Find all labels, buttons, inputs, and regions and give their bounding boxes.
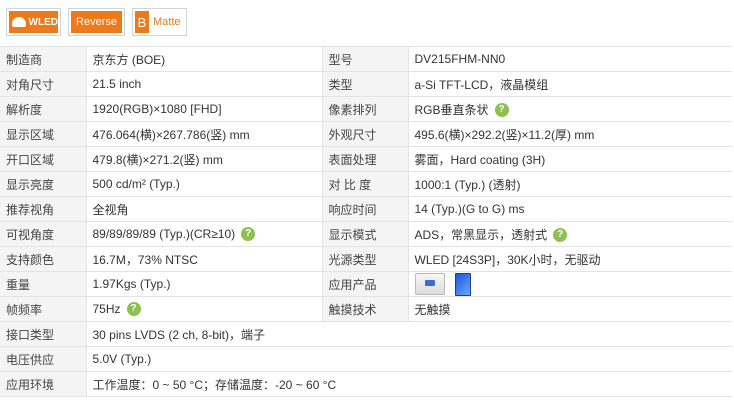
table-row: 可视角度 89/89/89/89 (Typ.)(CR≥10)? 显示模式 ADS… <box>0 221 732 247</box>
spec-label: 重量 <box>0 271 87 297</box>
spec-label: 类型 <box>322 71 409 97</box>
spec-label: 可视角度 <box>0 221 87 247</box>
spec-value: 476.064(横)×267.786(竖) mm <box>86 121 323 147</box>
spec-label: 显示模式 <box>322 221 409 247</box>
spec-label: 像素排列 <box>322 96 409 122</box>
spec-label: 外观尺寸 <box>322 121 409 147</box>
table-row: 支持颜色 16.7M，73% NTSC 光源类型 WLED [24S3P]，30… <box>0 246 732 272</box>
spec-value: 工作温度：0 ~ 50 °C；存储温度：-20 ~ 60 °C <box>86 371 732 397</box>
spec-value: 16.7M，73% NTSC <box>86 246 323 272</box>
spec-label: 响应时间 <box>322 196 409 222</box>
table-row: 开口区域 479.8(横)×271.2(竖) mm 表面处理 雾面，Hard c… <box>0 146 732 172</box>
spec-table: 制造商 京东方 (BOE) 型号 DV215FHM-NN0 对角尺寸 21.5 … <box>0 46 732 397</box>
application-products <box>408 271 732 297</box>
reverse-badge-face: Reverse <box>71 11 122 33</box>
matte-label: Matte <box>153 16 181 28</box>
table-row: 应用环境 工作温度：0 ~ 50 °C；存储温度：-20 ~ 60 °C <box>0 371 732 397</box>
spec-label: 帧频率 <box>0 296 87 322</box>
spec-value: 89/89/89/89 (Typ.)(CR≥10) <box>92 226 236 241</box>
spec-label: 解析度 <box>0 96 87 122</box>
spec-label: 制造商 <box>0 46 87 72</box>
spec-value: 500 cd/m² (Typ.) <box>86 171 323 197</box>
cloud-icon <box>12 17 26 27</box>
spec-page: WLED Reverse B Matte 制造商 京东方 (BOE) 型号 DV… <box>0 0 734 413</box>
spec-value: RGB垂直条状 <box>414 102 489 117</box>
question-circle-icon[interactable]: ? <box>553 228 568 243</box>
wled-badge[interactable]: WLED <box>6 8 61 36</box>
table-row: 推荐视角 全视角 响应时间 14 (Typ.)(G to G) ms <box>0 196 732 222</box>
spec-value: 479.8(横)×271.2(竖) mm <box>86 146 323 172</box>
spec-value: 495.6(横)×292.2(竖)×11.2(厚) mm <box>408 121 732 147</box>
spec-value: a-Si TFT-LCD，液晶模组 <box>408 71 732 97</box>
table-row: 制造商 京东方 (BOE) 型号 DV215FHM-NN0 <box>0 46 732 72</box>
spec-value: 21.5 inch <box>86 71 323 97</box>
table-row: 解析度 1920(RGB)×1080 [FHD] 像素排列 RGB垂直条状? <box>0 96 732 122</box>
spec-label: 对 比 度 <box>322 171 409 197</box>
reverse-badge[interactable]: Reverse <box>68 8 125 36</box>
spec-value: 雾面，Hard coating (3H) <box>408 146 732 172</box>
question-circle-icon[interactable]: ? <box>126 302 141 317</box>
spec-value: ADS，常黑显示，透射式 <box>414 227 548 242</box>
spec-label: 开口区域 <box>0 146 87 172</box>
spec-label: 接口类型 <box>0 321 87 347</box>
table-row: 显示亮度 500 cd/m² (Typ.) 对 比 度 1000:1 (Typ.… <box>0 171 732 197</box>
spec-value: 1920(RGB)×1080 [FHD] <box>86 96 323 122</box>
spec-value: WLED [24S3P]，30K小时，无驱动 <box>408 246 732 272</box>
wled-label: WLED <box>28 16 58 28</box>
spec-label: 显示区域 <box>0 121 87 147</box>
table-row: 接口类型 30 pins LVDS (2 ch, 8-bit)，端子 <box>0 321 732 347</box>
wled-badge-face: WLED <box>9 11 58 33</box>
spec-label: 推荐视角 <box>0 196 87 222</box>
spec-value: 30 pins LVDS (2 ch, 8-bit)，端子 <box>86 321 732 347</box>
spec-value-cell: 75Hz? <box>86 296 323 322</box>
spec-label: 应用环境 <box>0 371 87 397</box>
spec-value-cell: 89/89/89/89 (Typ.)(CR≥10)? <box>86 221 323 247</box>
spec-label: 电压供应 <box>0 346 87 372</box>
table-row: 对角尺寸 21.5 inch 类型 a-Si TFT-LCD，液晶模组 <box>0 71 732 97</box>
spec-label: 支持颜色 <box>0 246 87 272</box>
question-circle-icon[interactable]: ? <box>241 227 256 242</box>
spec-value: 无触摸 <box>408 296 732 322</box>
spec-value: 1.97Kgs (Typ.) <box>86 271 323 297</box>
spec-value: 75Hz <box>92 301 121 316</box>
table-row: 重量 1.97Kgs (Typ.) 应用产品 <box>0 271 732 297</box>
spec-label: 光源类型 <box>322 246 409 272</box>
spec-value: 14 (Typ.)(G to G) ms <box>408 196 732 222</box>
spec-label: 应用产品 <box>322 271 409 297</box>
matte-badge-face: B Matte <box>135 11 184 33</box>
matte-badge[interactable]: B Matte <box>132 8 187 36</box>
reverse-label: Reverse <box>76 16 117 28</box>
spec-value: 5.0V (Typ.) <box>86 346 732 372</box>
spec-label: 对角尺寸 <box>0 71 87 97</box>
monitor-icon[interactable] <box>414 273 445 295</box>
spec-value-cell: ADS，常黑显示，透射式? <box>408 221 732 247</box>
table-row: 电压供应 5.0V (Typ.) <box>0 346 732 372</box>
matte-mark-icon: B <box>135 11 149 33</box>
spec-label: 显示亮度 <box>0 171 87 197</box>
spec-label: 表面处理 <box>322 146 409 172</box>
spec-value: DV215FHM-NN0 <box>408 46 732 72</box>
spec-label: 触摸技术 <box>322 296 409 322</box>
table-row: 显示区域 476.064(横)×267.786(竖) mm 外观尺寸 495.6… <box>0 121 732 147</box>
table-row: 帧频率 75Hz? 触摸技术 无触摸 <box>0 296 732 322</box>
spec-value: 1000:1 (Typ.) (透射) <box>408 171 732 197</box>
spec-label: 型号 <box>322 46 409 72</box>
tablet-icon[interactable] <box>454 272 471 296</box>
spec-value: 京东方 (BOE) <box>86 46 323 72</box>
question-circle-icon[interactable]: ? <box>494 103 509 118</box>
spec-value: 全视角 <box>86 196 323 222</box>
spec-value-cell: RGB垂直条状? <box>408 96 732 122</box>
